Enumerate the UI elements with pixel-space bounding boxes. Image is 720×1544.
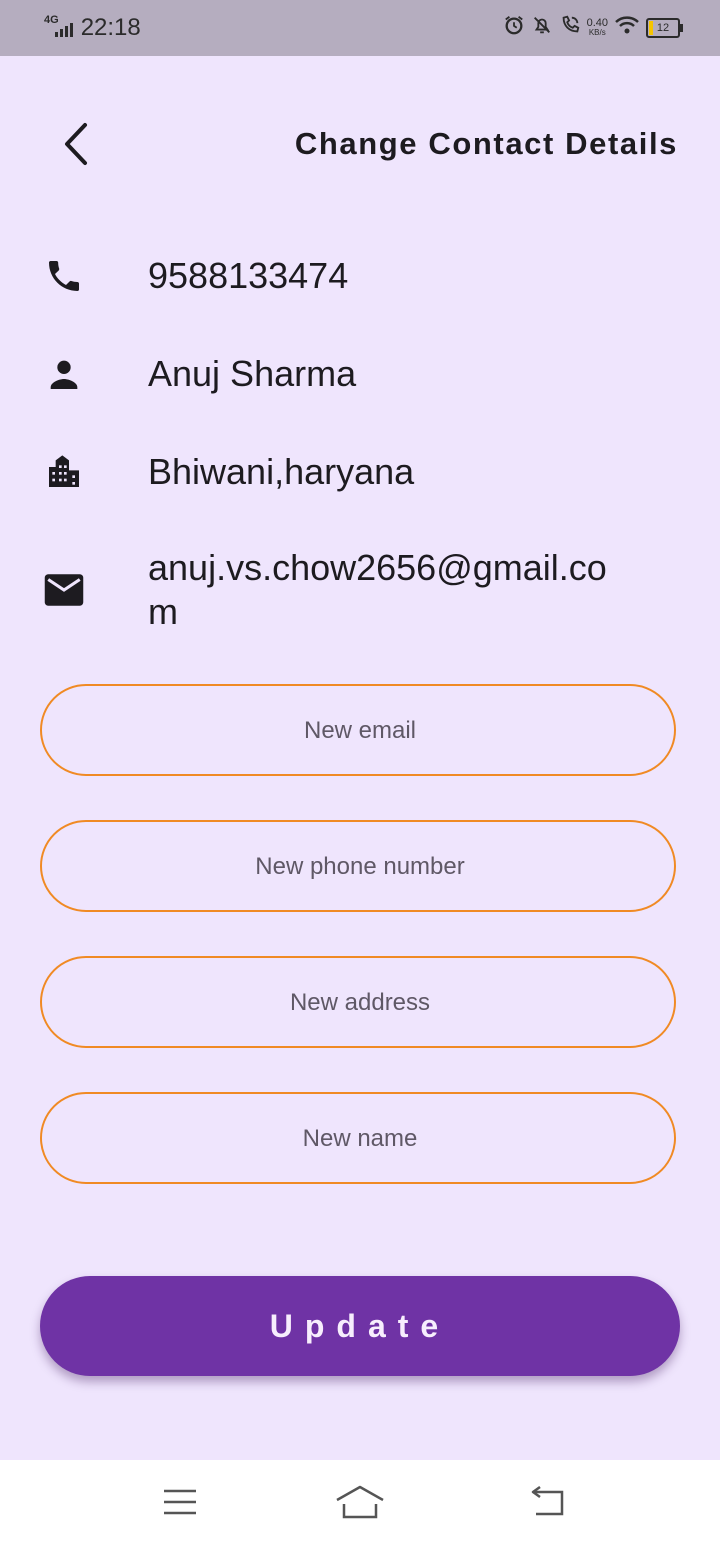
chevron-left-icon — [65, 123, 87, 165]
wifi-icon — [614, 14, 640, 41]
new-email-input[interactable] — [42, 686, 678, 776]
contact-address: Bhiwani,haryana — [148, 451, 415, 492]
new-phone-input[interactable] — [42, 822, 678, 912]
new-address-field[interactable] — [40, 956, 678, 1048]
new-address-input[interactable] — [42, 958, 678, 1048]
email-icon — [40, 566, 88, 614]
menu-icon — [164, 1489, 196, 1515]
network-type: 4G — [44, 14, 59, 26]
data-rate: 0.40 KB/s — [587, 18, 608, 37]
contact-name: Anuj Sharma — [148, 353, 357, 394]
battery-level: 12 — [656, 21, 670, 34]
back-button[interactable] — [52, 116, 100, 172]
contact-phone: 9588133474 — [148, 255, 349, 296]
wifi-calling-icon — [559, 14, 581, 41]
new-phone-field[interactable] — [40, 820, 678, 912]
new-name-field[interactable] — [40, 1092, 678, 1184]
status-left: 4G 22:18 — [44, 14, 141, 42]
home-icon — [336, 1485, 384, 1519]
menu-button[interactable] — [150, 1478, 210, 1526]
notifications-off-icon — [531, 14, 553, 41]
page-title: Change Contact Details — [294, 126, 678, 161]
home-button[interactable] — [330, 1478, 390, 1526]
status-time: 22:18 — [80, 14, 141, 41]
update-button[interactable]: Update — [40, 1276, 680, 1376]
battery-icon: 12 — [646, 17, 683, 38]
alarm-icon — [503, 14, 525, 41]
phone-icon — [40, 252, 88, 300]
status-right: 0.40 KB/s 12 — [503, 14, 683, 41]
new-email-field[interactable] — [40, 684, 678, 776]
back-icon — [531, 1486, 564, 1516]
location-city-icon — [40, 448, 88, 496]
data-rate-unit: KB/s — [588, 28, 606, 37]
status-bar: 4G 22:18 0.40 KB/s 12 — [0, 0, 720, 56]
contact-email: anuj.vs.chow2656@gmail.com — [148, 547, 607, 632]
person-icon — [40, 350, 88, 398]
system-nav-bar — [0, 1460, 720, 1544]
nav-back-button[interactable] — [518, 1478, 578, 1526]
new-name-input[interactable] — [42, 1094, 678, 1184]
